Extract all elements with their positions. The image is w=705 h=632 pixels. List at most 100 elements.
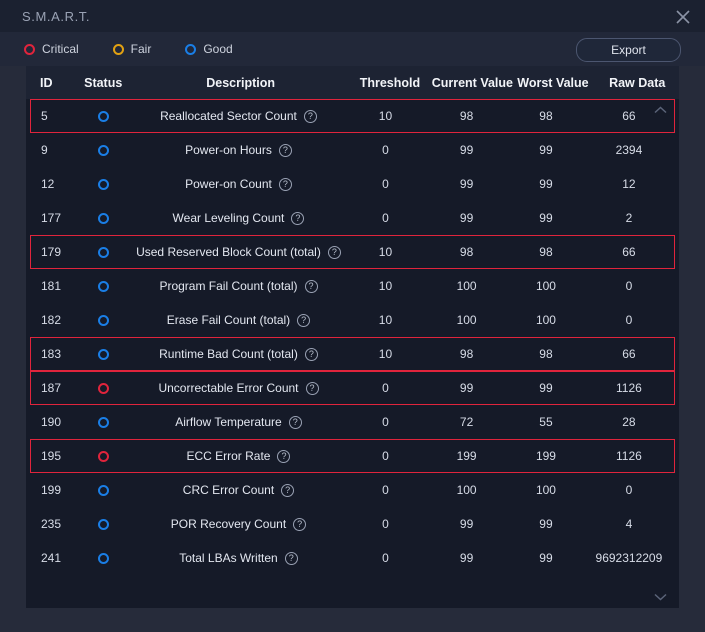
cell-status: [75, 484, 131, 496]
column-header-raw-data: Raw Data: [609, 75, 666, 90]
cell-description: Power-on Hours?: [131, 143, 346, 157]
cell-raw-data: 66: [622, 347, 636, 361]
cell-threshold: 0: [382, 381, 389, 395]
cell-id: 241: [41, 551, 62, 565]
ring-icon-good: [97, 552, 109, 564]
help-icon[interactable]: ?: [291, 211, 305, 225]
export-button[interactable]: Export: [576, 38, 681, 62]
close-icon[interactable]: [669, 4, 697, 30]
cell-worst-value: 99: [539, 551, 553, 565]
cell-worst-value: 55: [539, 415, 553, 429]
table-row[interactable]: 235 POR Recovery Count? 0 99 99 4: [30, 507, 675, 541]
cell-threshold: 10: [378, 279, 393, 293]
ring-icon-good: [185, 43, 197, 55]
ring-icon-good: [97, 518, 109, 530]
table-row[interactable]: 199 CRC Error Count? 0 100 100 0: [30, 473, 675, 507]
cell-description: Total LBAs Written?: [131, 551, 346, 565]
help-icon[interactable]: ?: [281, 483, 295, 497]
ring-icon-good: [97, 416, 109, 428]
help-icon[interactable]: ?: [304, 347, 318, 361]
help-icon[interactable]: ?: [303, 109, 317, 123]
cell-id: 195: [41, 449, 62, 463]
table-row[interactable]: 9 Power-on Hours? 0 99 99 2394: [30, 133, 675, 167]
cell-status: [75, 382, 131, 394]
table-row[interactable]: 241 Total LBAs Written? 0 99 99 9692312209: [30, 541, 675, 575]
description-text: ECC Error Rate: [186, 449, 271, 463]
cell-current-value: 99: [459, 177, 474, 191]
cell-threshold: 0: [382, 143, 389, 157]
cell-threshold: 10: [378, 109, 393, 123]
table-row[interactable]: 195 ECC Error Rate? 0 199 199 1126: [30, 439, 675, 473]
legend-label-fair: Fair: [130, 42, 152, 56]
cell-current-value: 98: [459, 109, 474, 123]
help-icon[interactable]: ?: [327, 245, 341, 259]
table-row[interactable]: 187 Uncorrectable Error Count? 0 99 99 1126: [30, 371, 675, 405]
cell-description: POR Recovery Count?: [131, 517, 346, 531]
help-icon[interactable]: ?: [305, 381, 319, 395]
table-row[interactable]: 179 Used Reserved Block Count (total)? 10 9…: [30, 235, 675, 269]
ring-icon-fair: [112, 43, 124, 55]
help-icon[interactable]: ?: [288, 415, 302, 429]
cell-current-value: 100: [456, 313, 477, 327]
table-row[interactable]: 12 Power-on Count? 0 99 99 12: [30, 167, 675, 201]
help-icon[interactable]: ?: [304, 279, 318, 293]
cell-current-value: 99: [459, 211, 474, 225]
cell-status: [75, 212, 131, 224]
chevron-up-icon[interactable]: [649, 102, 671, 118]
cell-id: 235: [41, 517, 62, 531]
cell-description: Airflow Temperature?: [131, 415, 346, 429]
ring-icon-good: [97, 484, 109, 496]
table-body: 5 Reallocated Sector Count? 10 98 98 66 9 Power…: [26, 99, 679, 608]
table-row[interactable]: 5 Reallocated Sector Count? 10 98 98 66: [30, 99, 675, 133]
cell-raw-data: 1126: [616, 381, 642, 395]
help-icon[interactable]: ?: [278, 143, 292, 157]
cell-current-value: 98: [459, 347, 474, 361]
description-text: POR Recovery Count: [170, 517, 287, 531]
cell-description: Uncorrectable Error Count?: [131, 381, 346, 395]
cell-description: Program Fail Count (total)?: [131, 279, 346, 293]
cell-worst-value: 199: [535, 449, 556, 463]
cell-status: [75, 110, 131, 122]
cell-current-value: 72: [459, 415, 474, 429]
description-text: Program Fail Count (total): [159, 279, 298, 293]
table-row[interactable]: 181 Program Fail Count (total)? 10 100 100 0: [30, 269, 675, 303]
cell-status: [75, 314, 131, 326]
cell-current-value: 199: [456, 449, 477, 463]
description-text: Airflow Temperature: [175, 415, 282, 429]
cell-current-value: 99: [459, 517, 474, 531]
cell-raw-data: 2: [625, 211, 633, 225]
cell-status: [75, 518, 131, 530]
ring-icon-critical: [24, 43, 35, 55]
description-text: Wear Leveling Count: [172, 211, 285, 225]
cell-worst-value: 100: [535, 313, 556, 327]
help-icon[interactable]: ?: [297, 313, 311, 327]
chevron-down-icon[interactable]: [649, 589, 671, 605]
table-row[interactable]: 182 Erase Fail Count (total)? 10 100 100 0: [30, 303, 675, 337]
help-icon[interactable]: ?: [278, 177, 292, 191]
help-icon[interactable]: ?: [284, 551, 298, 565]
smart-table-panel: ID Status Description Threshold Current …: [26, 66, 679, 608]
cell-current-value: 98: [459, 245, 474, 259]
ring-icon-good: [97, 212, 109, 224]
cell-raw-data: 1126: [616, 449, 642, 463]
cell-id: 182: [41, 313, 62, 327]
description-text: Power-on Hours: [185, 143, 272, 157]
help-icon[interactable]: ?: [277, 449, 291, 463]
cell-raw-data: 0: [625, 313, 633, 327]
legend-label-good: Good: [203, 42, 233, 56]
table-row[interactable]: 183 Runtime Bad Count (total)? 10 98 98 66: [30, 337, 675, 371]
cell-status: [75, 552, 131, 564]
cell-description: ECC Error Rate?: [131, 449, 346, 463]
help-icon[interactable]: ?: [293, 517, 307, 531]
cell-threshold: 0: [382, 551, 389, 565]
cell-raw-data: 2394: [615, 143, 643, 157]
cell-id: 9: [41, 143, 48, 157]
cell-threshold: 0: [382, 415, 389, 429]
table-row[interactable]: 177 Wear Leveling Count? 0 99 99 2: [30, 201, 675, 235]
ring-icon-critical: [97, 450, 109, 462]
table-row[interactable]: 190 Airflow Temperature? 0 72 55 28: [30, 405, 675, 439]
cell-status: [75, 178, 131, 190]
cell-id: 179: [41, 245, 62, 259]
cell-status: [75, 450, 131, 462]
chevron-up-glyph: [653, 106, 667, 114]
